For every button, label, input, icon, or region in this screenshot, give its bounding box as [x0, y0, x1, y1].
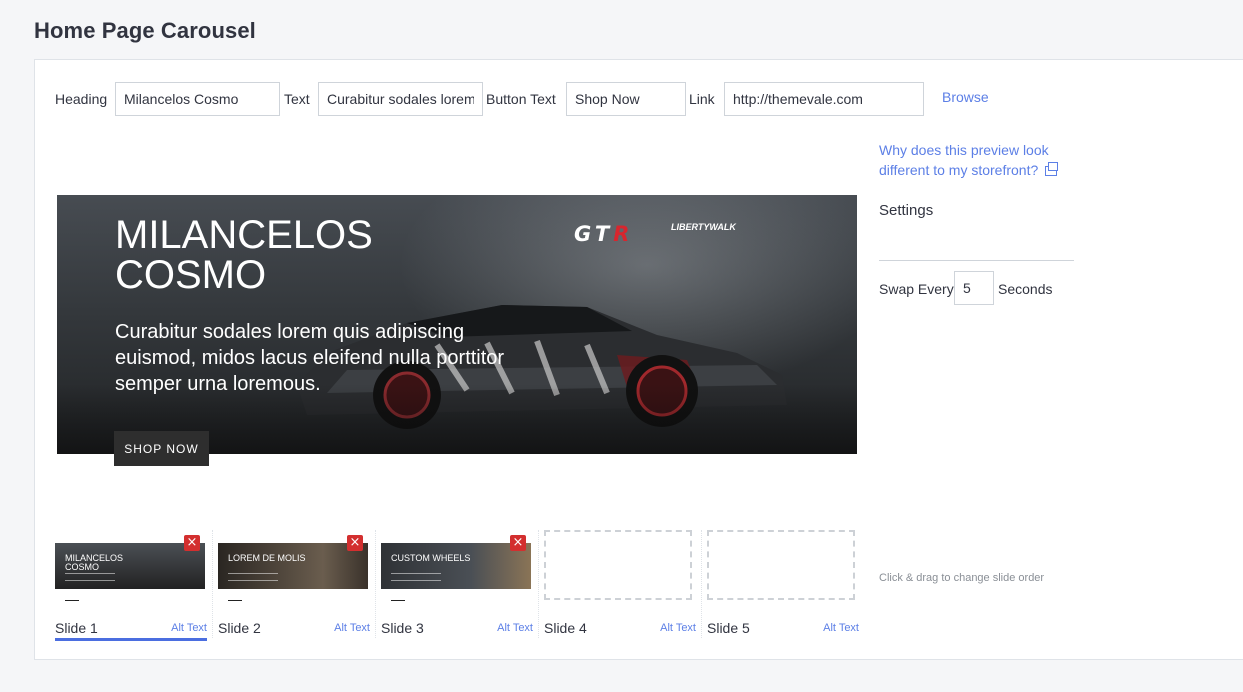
- thumb-caption: LOREM DE MOLIS: [228, 553, 306, 563]
- libertywalk-logo: LIBERTYWALK: [671, 222, 736, 232]
- external-link-icon: [1045, 162, 1059, 176]
- preview-help-link[interactable]: Why does this preview look different to …: [879, 140, 1079, 180]
- slide-name: Slide 2: [218, 620, 261, 636]
- alt-text-link[interactable]: Alt Text: [660, 622, 696, 634]
- empty-slide-dropzone[interactable]: [707, 530, 855, 600]
- thumb-button-marker: [228, 600, 242, 601]
- slide-name: Slide 4: [544, 620, 587, 636]
- gtr-logo: GTR: [574, 222, 634, 246]
- empty-slide-dropzone[interactable]: [544, 530, 692, 600]
- thumb-button-marker: [65, 600, 79, 601]
- swap-every-label: Swap Every: [879, 281, 954, 297]
- slide-thumb-4[interactable]: Slide 4 Alt Text: [544, 530, 707, 640]
- slide-thumb-1[interactable]: MILANCELOS COSMO × Slide 1 Alt Text: [55, 530, 218, 641]
- swap-seconds-input[interactable]: [954, 271, 994, 305]
- close-icon[interactable]: ×: [510, 535, 526, 551]
- link-input[interactable]: [724, 82, 924, 116]
- browse-link[interactable]: Browse: [942, 89, 989, 105]
- slide-preview: GTR LIBERTYWALK MILANCELOS COSMO Curabit…: [57, 195, 857, 454]
- slide-name: Slide 3: [381, 620, 424, 636]
- preview-heading: MILANCELOS COSMO: [115, 213, 373, 297]
- slide-thumb-3[interactable]: CUSTOM WHEELS × Slide 3 Alt Text: [381, 530, 544, 640]
- thumb-separator: [212, 530, 214, 638]
- thumb-button-marker: [391, 600, 405, 601]
- thumb-separator: [375, 530, 377, 638]
- close-icon[interactable]: ×: [347, 535, 363, 551]
- carousel-panel: Heading Text Button Text Link Browse GTR…: [34, 59, 1243, 660]
- link-label: Link: [689, 91, 715, 107]
- alt-text-link[interactable]: Alt Text: [171, 622, 207, 634]
- seconds-label: Seconds: [998, 281, 1053, 297]
- slide-thumb-image[interactable]: CUSTOM WHEELS: [381, 543, 531, 589]
- shop-now-button[interactable]: SHOP NOW: [114, 431, 209, 466]
- page-title: Home Page Carousel: [34, 18, 256, 43]
- thumb-text-lines: [391, 573, 441, 581]
- close-icon[interactable]: ×: [184, 535, 200, 551]
- preview-text: Curabitur sodales lorem quis adipiscing …: [115, 321, 505, 395]
- text-label: Text: [284, 91, 310, 107]
- active-slide-indicator: [55, 638, 207, 641]
- thumb-separator: [701, 530, 703, 638]
- text-input[interactable]: [318, 82, 483, 116]
- thumb-text-lines: [228, 573, 278, 581]
- heading-input[interactable]: [115, 82, 280, 116]
- heading-label: Heading: [55, 91, 108, 107]
- settings-title: Settings: [879, 202, 934, 219]
- thumb-caption: CUSTOM WHEELS: [391, 553, 471, 563]
- drag-hint: Click & drag to change slide order: [879, 572, 1045, 584]
- alt-text-link[interactable]: Alt Text: [497, 622, 533, 634]
- alt-text-link[interactable]: Alt Text: [823, 622, 859, 634]
- slide-thumb-image[interactable]: MILANCELOS COSMO: [55, 543, 205, 589]
- button-text-label: Button Text: [486, 91, 556, 107]
- settings-divider: [879, 260, 1074, 261]
- slide-name: Slide 1: [55, 620, 98, 636]
- slide-name: Slide 5: [707, 620, 750, 636]
- button-text-input[interactable]: [566, 82, 686, 116]
- slide-thumb-5[interactable]: Slide 5 Alt Text: [707, 530, 870, 640]
- thumb-caption: MILANCELOS COSMO: [65, 553, 124, 572]
- slide-thumb-2[interactable]: LOREM DE MOLIS × Slide 2 Alt Text: [218, 530, 381, 640]
- thumb-separator: [538, 530, 540, 638]
- thumb-text-lines: [65, 573, 115, 581]
- alt-text-link[interactable]: Alt Text: [334, 622, 370, 634]
- slide-thumb-image[interactable]: LOREM DE MOLIS: [218, 543, 368, 589]
